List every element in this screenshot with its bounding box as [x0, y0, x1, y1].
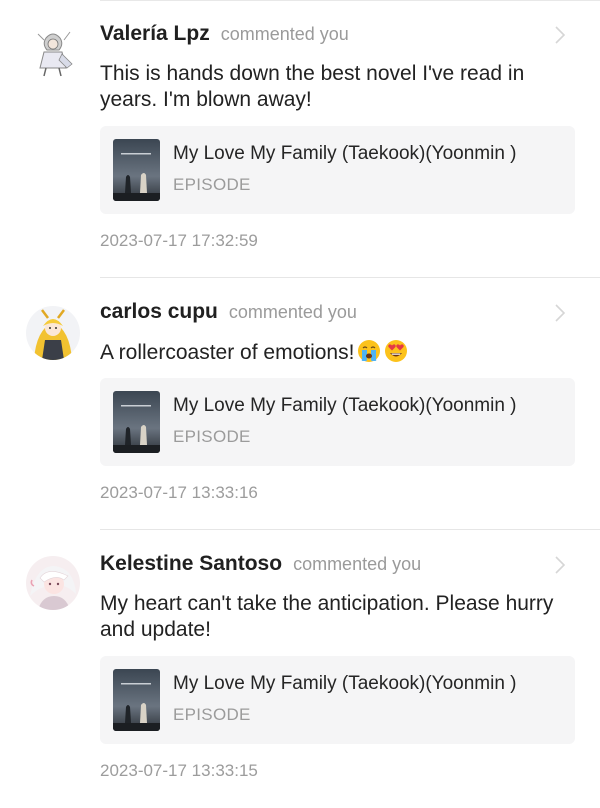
notification-item[interactable]: Valería Lpz commented you This is hands … — [0, 0, 600, 278]
avatar[interactable] — [26, 556, 80, 610]
timestamp: 2023-07-17 17:32:59 — [100, 231, 258, 250]
user-name[interactable]: Valería Lpz — [100, 22, 210, 46]
chevron-right-icon[interactable] — [553, 303, 567, 323]
user-name[interactable]: carlos cupu — [100, 300, 218, 324]
book-title: My Love My Family (Taekook)(Yoonmin ) — [173, 395, 517, 416]
timestamp: 2023-07-17 13:33:15 — [100, 761, 258, 780]
notification-item[interactable]: carlos cupu commented you A rollercoaste… — [0, 278, 600, 530]
comment-text: My heart can't take the anticipation. Pl… — [100, 592, 554, 641]
action-text: commented you — [228, 302, 357, 322]
user-name[interactable]: Kelestine Santoso — [100, 552, 282, 576]
action-text: commented you — [220, 24, 349, 44]
book-cover — [113, 391, 160, 453]
comment-text: This is hands down the best novel I've r… — [100, 62, 525, 111]
notification-item[interactable]: Kelestine Santoso commented you My heart… — [0, 530, 600, 808]
book-type-label: EPISODE — [173, 175, 251, 194]
book-type-label: EPISODE — [173, 705, 251, 724]
timestamp: 2023-07-17 13:33:16 — [100, 483, 258, 502]
book-cover — [113, 669, 160, 731]
crying-face-icon — [357, 339, 381, 370]
heart-eyes-face-icon — [384, 339, 408, 370]
avatar[interactable] — [26, 306, 80, 360]
book-cover — [113, 139, 160, 201]
book-title: My Love My Family (Taekook)(Yoonmin ) — [173, 673, 517, 694]
avatar[interactable] — [26, 24, 80, 78]
action-text: commented you — [293, 554, 422, 574]
notification-list: Valería Lpz commented you This is hands … — [0, 0, 600, 808]
book-title: My Love My Family (Taekook)(Yoonmin ) — [173, 143, 517, 164]
book-card[interactable]: My Love My Family (Taekook)(Yoonmin ) EP… — [100, 126, 575, 214]
comment-body: A rollercoaster of emotions! — [100, 341, 355, 364]
book-card[interactable]: My Love My Family (Taekook)(Yoonmin ) EP… — [100, 656, 575, 744]
comment-text: A rollercoaster of emotions! — [100, 339, 560, 370]
book-card[interactable]: My Love My Family (Taekook)(Yoonmin ) EP… — [100, 378, 575, 466]
chevron-right-icon[interactable] — [553, 555, 567, 575]
chevron-right-icon[interactable] — [553, 25, 567, 45]
book-type-label: EPISODE — [173, 427, 251, 446]
